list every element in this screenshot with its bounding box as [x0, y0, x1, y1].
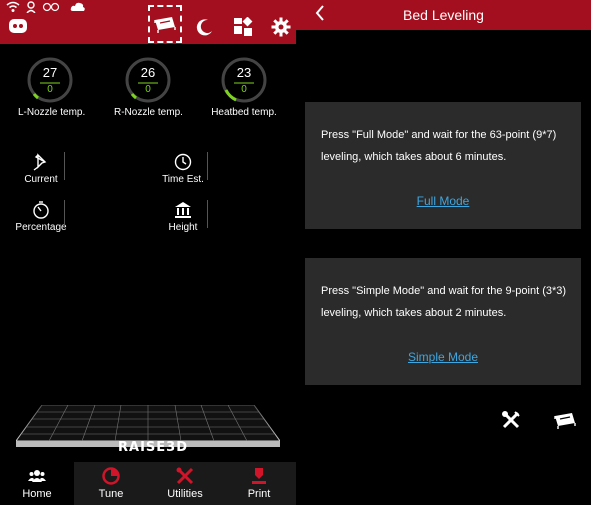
simple-mode-button[interactable]: Simple Mode [305, 350, 581, 364]
nav-utilities[interactable]: Utilities [148, 462, 222, 505]
nav-print-label: Print [247, 488, 271, 500]
r-nozzle-target: 0 [145, 84, 151, 95]
raise3d-logo: RAISE3D [118, 440, 188, 455]
full-mode-description: Press "Full Mode" and wait for the 63-po… [321, 129, 557, 163]
users-icon [28, 467, 46, 485]
user-icon [24, 1, 38, 13]
print-icon [250, 467, 268, 485]
moon-icon[interactable] [196, 18, 214, 36]
r-nozzle-label: R-Nozzle temp. [114, 107, 183, 118]
bottom-nav: Home Tune Utilities Print [0, 462, 296, 505]
heatbed-label: Heatbed temp. [211, 107, 277, 118]
bed-leveling-screen: Bed Leveling Press "Full Mode" and wait … [296, 0, 591, 505]
divider [207, 200, 208, 228]
full-mode-button[interactable]: Full Mode [305, 194, 581, 208]
current-stat: Current [6, 152, 76, 185]
cloud-icon [70, 1, 86, 13]
current-label: Current [24, 174, 58, 185]
robot-icon[interactable] [8, 18, 28, 34]
top-bar: Bed Leveling [296, 0, 591, 30]
heatbed-temp: 23 [236, 65, 252, 80]
full-mode-card: Press "Full Mode" and wait for the 63-po… [305, 102, 581, 229]
r-nozzle-temp: 26 [140, 65, 156, 80]
bed-leveling-icon[interactable] [152, 14, 178, 34]
percentage-label: Percentage [15, 222, 67, 233]
pin-icon [6, 152, 76, 172]
r-nozzle-gauge[interactable]: 26 0 [124, 56, 172, 104]
nav-print[interactable]: Print [222, 462, 296, 505]
nav-utilities-label: Utilities [167, 488, 203, 500]
divider [207, 152, 208, 180]
page-title: Bed Leveling [403, 7, 484, 23]
simple-mode-description: Press "Simple Mode" and wait for the 9-p… [321, 285, 567, 319]
link-icon [42, 1, 60, 13]
heatbed-gauge[interactable]: 23 0 [220, 56, 268, 104]
gear-icon[interactable] [271, 17, 291, 37]
tune-icon [102, 467, 120, 485]
divider [64, 200, 65, 228]
nav-home-label: Home [22, 488, 52, 500]
wifi-icon [6, 1, 20, 13]
widget-icon[interactable] [233, 17, 253, 37]
heatbed-target: 0 [241, 84, 247, 95]
nav-tune[interactable]: Tune [74, 462, 148, 505]
tools-icon[interactable] [501, 410, 521, 430]
l-nozzle-temp: 27 [42, 65, 58, 80]
l-nozzle-gauge[interactable]: 27 0 [26, 56, 74, 104]
l-nozzle-target: 0 [47, 84, 53, 95]
divider [64, 152, 65, 180]
nav-tune-label: Tune [98, 488, 124, 500]
home-screen: 27 0 L-Nozzle temp. 26 0 R-Nozzle temp. … [0, 0, 296, 505]
simple-mode-card: Press "Simple Mode" and wait for the 9-p… [305, 258, 581, 385]
top-bar [0, 0, 296, 44]
tools-icon [176, 467, 194, 485]
timer-icon [6, 200, 76, 220]
percentage-stat: Percentage [6, 200, 76, 233]
bed-leveling-icon[interactable] [552, 410, 578, 430]
l-nozzle-label: L-Nozzle temp. [18, 107, 86, 118]
nav-home[interactable]: Home [0, 462, 74, 505]
